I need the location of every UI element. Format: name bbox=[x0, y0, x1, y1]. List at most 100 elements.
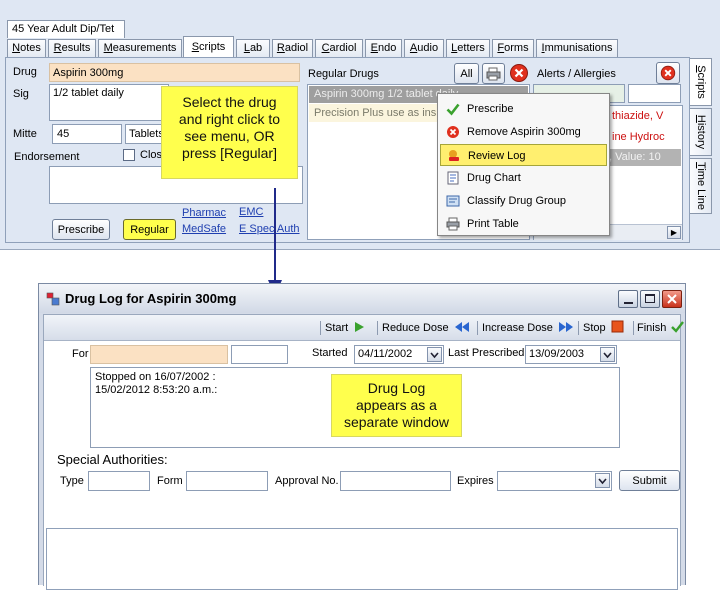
tab-notes[interactable]: Notes bbox=[7, 39, 46, 57]
side-tab-time-line[interactable]: Time Line bbox=[690, 158, 712, 214]
callout-select-drug: Select the drug and right click to see m… bbox=[161, 86, 298, 179]
drug-log-client: Start Reduce Dose Increase Dose Stop Fin… bbox=[43, 314, 685, 590]
drug-log-title: Drug Log for Aspirin 300mg bbox=[65, 291, 237, 306]
toolbar-separator bbox=[633, 321, 634, 335]
alert-row: ine Hydroc bbox=[612, 131, 665, 143]
regular-button[interactable]: Regular bbox=[123, 219, 176, 240]
side-tab-scripts[interactable]: Scripts bbox=[690, 58, 712, 106]
tab-radiol[interactable]: Radiol bbox=[272, 39, 313, 57]
chevron-right-icon: ▶ bbox=[670, 228, 678, 237]
close-checkbox-label: Clos bbox=[140, 149, 163, 161]
pharmac-link[interactable]: Pharmac bbox=[182, 207, 226, 219]
tab-endo[interactable]: Endo bbox=[365, 39, 402, 57]
started-date-picker[interactable]: 04/11/2002 bbox=[354, 345, 444, 364]
alerts-input-b[interactable] bbox=[628, 84, 681, 103]
mitte-label: Mitte bbox=[13, 128, 37, 140]
for-field[interactable] bbox=[90, 345, 228, 364]
all-button[interactable]: All bbox=[454, 63, 479, 84]
unit-field[interactable]: Tablets bbox=[125, 124, 163, 144]
tab-letters[interactable]: Letters bbox=[446, 39, 490, 57]
printer-icon bbox=[486, 67, 501, 81]
tab-scripts[interactable]: Scripts bbox=[183, 36, 234, 58]
stop-button[interactable]: Stop bbox=[583, 320, 624, 336]
finish-button[interactable]: Finish bbox=[637, 320, 685, 336]
for-extra-field[interactable] bbox=[231, 345, 288, 364]
remove-drug-button[interactable] bbox=[508, 62, 530, 84]
type-label: Type bbox=[60, 475, 84, 487]
tab-immunisations[interactable]: Immunisations bbox=[536, 39, 618, 57]
reduce-dose-button[interactable]: Reduce Dose bbox=[382, 320, 470, 336]
started-label: Started bbox=[312, 347, 348, 359]
menu-item-classify-drug-group[interactable]: Classify Drug Group bbox=[440, 190, 607, 212]
tab-measurements[interactable]: Measurements bbox=[98, 39, 182, 57]
drug-label: Drug bbox=[13, 66, 37, 78]
close-button[interactable] bbox=[662, 290, 682, 308]
side-tab-history[interactable]: History bbox=[690, 108, 712, 156]
increase-dose-button[interactable]: Increase Dose bbox=[482, 320, 574, 336]
maximize-icon bbox=[645, 294, 655, 303]
menu-item-review-log[interactable]: Review Log bbox=[440, 144, 607, 166]
drug-log-titlebar[interactable]: Drug Log for Aspirin 300mg bbox=[39, 284, 685, 313]
sig-field[interactable]: 1/2 tablet daily bbox=[49, 84, 169, 121]
menu-item-print-table[interactable]: Print Table bbox=[440, 213, 607, 235]
remove-icon bbox=[510, 64, 528, 82]
context-menu: Prescribe Remove Aspirin 300mg Review Lo… bbox=[437, 93, 610, 236]
regular-drugs-header: Regular Drugs bbox=[308, 68, 379, 80]
callout-drug-log: Drug Log appears as a separate window bbox=[331, 374, 462, 437]
chevron-down-icon bbox=[603, 352, 612, 359]
minimize-button[interactable] bbox=[618, 290, 638, 308]
rewind-icon bbox=[454, 322, 469, 332]
approval-no-label: Approval No. bbox=[275, 475, 339, 487]
connector-arrow bbox=[268, 188, 282, 296]
fast-forward-icon bbox=[559, 322, 573, 332]
emc-link[interactable]: EMC bbox=[239, 206, 263, 218]
chevron-down-icon bbox=[430, 352, 439, 359]
patient-record-window: 45 Year Adult Dip/Tet Notes Results Meas… bbox=[0, 0, 720, 250]
maximize-button[interactable] bbox=[640, 290, 660, 308]
form-label: Form bbox=[157, 475, 183, 487]
mitte-field[interactable]: 45 bbox=[52, 124, 122, 144]
menu-item-drug-chart[interactable]: Drug Chart bbox=[440, 167, 607, 189]
patient-tab-label: 45 Year Adult Dip/Tet bbox=[12, 23, 115, 35]
alert-row: thiazide, V bbox=[612, 110, 664, 122]
print-button[interactable] bbox=[482, 63, 505, 84]
medsafe-link[interactable]: MedSafe bbox=[182, 223, 226, 235]
alerts-close-button[interactable] bbox=[656, 62, 680, 84]
play-icon bbox=[355, 322, 365, 332]
dropdown-button[interactable] bbox=[600, 347, 615, 362]
last-prescribed-label: Last Prescribed bbox=[448, 347, 525, 359]
review-log-icon bbox=[449, 150, 459, 161]
window-icon bbox=[46, 292, 60, 306]
drug-field[interactable]: Aspirin 300mg bbox=[49, 63, 300, 82]
last-prescribed-date-picker[interactable]: 13/09/2003 bbox=[525, 345, 617, 364]
approval-no-field[interactable] bbox=[340, 471, 451, 491]
submit-button[interactable]: Submit bbox=[619, 470, 680, 491]
sig-label: Sig bbox=[13, 88, 29, 100]
stop-icon bbox=[611, 320, 624, 333]
dropdown-button[interactable] bbox=[427, 347, 442, 362]
special-authorities-grid[interactable] bbox=[46, 528, 678, 590]
expires-date-picker[interactable] bbox=[497, 471, 612, 491]
scroll-right-button[interactable]: ▶ bbox=[667, 226, 681, 239]
start-button[interactable]: Start bbox=[325, 320, 365, 336]
form-field[interactable] bbox=[186, 471, 268, 491]
tab-cardiol[interactable]: Cardiol bbox=[315, 39, 363, 57]
minimize-icon bbox=[624, 302, 633, 304]
tab-results[interactable]: Results bbox=[48, 39, 96, 57]
classify-icon bbox=[446, 195, 460, 207]
tab-forms[interactable]: Forms bbox=[492, 39, 534, 57]
tab-audio[interactable]: Audio bbox=[404, 39, 444, 57]
close-checkbox[interactable] bbox=[123, 149, 135, 161]
type-field[interactable] bbox=[88, 471, 150, 491]
patient-tab[interactable]: 45 Year Adult Dip/Tet bbox=[7, 20, 125, 38]
chevron-down-icon bbox=[598, 478, 607, 485]
tab-lab[interactable]: Lab bbox=[236, 39, 270, 57]
dropdown-button[interactable] bbox=[595, 473, 610, 488]
prescribe-button[interactable]: Prescribe bbox=[52, 219, 110, 240]
remove-icon bbox=[447, 126, 459, 138]
toolbar-separator bbox=[578, 321, 579, 335]
menu-item-remove-drug[interactable]: Remove Aspirin 300mg bbox=[440, 121, 607, 143]
check-icon bbox=[671, 321, 685, 333]
remove-icon bbox=[660, 65, 676, 81]
menu-item-prescribe[interactable]: Prescribe bbox=[440, 98, 607, 120]
